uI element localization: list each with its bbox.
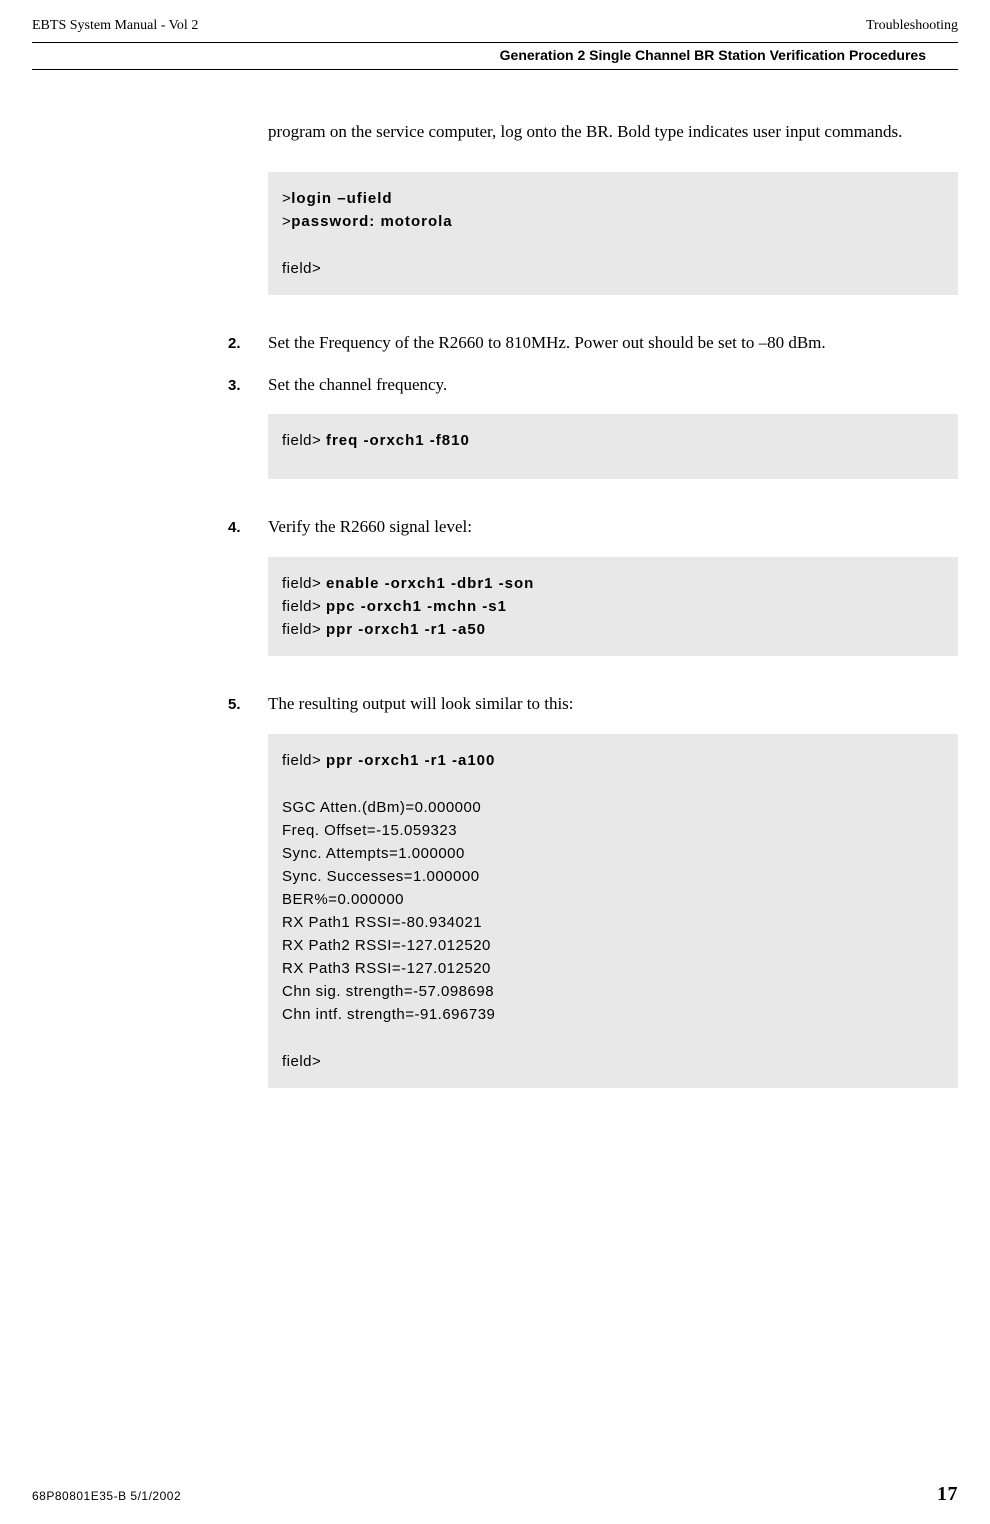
code-block-login: >login –ufield >password: motorola field…	[268, 172, 958, 295]
step-number: 4.	[228, 519, 268, 536]
cmd-login: login –ufield	[291, 190, 392, 207]
step-text: Set the channel frequency.	[268, 373, 447, 397]
code-block-verify: field> enable -orxch1 -dbr1 -son field> …	[268, 557, 958, 656]
footer-docid: 68P80801E35-B 5/1/2002	[32, 1489, 181, 1503]
out-freqoffset: Freq. Offset=-15.059323	[282, 822, 944, 839]
prompt-field: field>	[282, 598, 326, 615]
step-number: 3.	[228, 377, 268, 394]
cmd-freq: freq -orxch1 -f810	[326, 432, 470, 449]
step-4: 4. Verify the R2660 signal level:	[228, 515, 958, 539]
prompt-field: field>	[282, 260, 944, 277]
header-right: Troubleshooting	[866, 18, 958, 34]
out-rssi2: RX Path2 RSSI=-127.012520	[282, 937, 944, 954]
page-header: EBTS System Manual - Vol 2 Troubleshooti…	[0, 0, 990, 40]
page-subheader: Generation 2 Single Channel BR Station V…	[32, 42, 958, 70]
out-rssi1: RX Path1 RSSI=-80.934021	[282, 914, 944, 931]
out-chnsig: Chn sig. strength=-57.098698	[282, 983, 944, 1000]
prompt-field: field>	[282, 1053, 944, 1070]
header-left: EBTS System Manual - Vol 2	[32, 18, 198, 34]
cmd-ppc: ppc -orxch1 -mchn -s1	[326, 598, 507, 615]
page-footer: 68P80801E35-B 5/1/2002 17	[32, 1483, 958, 1506]
page-content: program on the service computer, log ont…	[0, 70, 990, 1088]
cmd-ppr100: ppr -orxch1 -r1 -a100	[326, 752, 495, 769]
prompt-field: field>	[282, 432, 326, 449]
step-5: 5. The resulting output will look simila…	[228, 692, 958, 716]
prompt: >	[282, 213, 291, 230]
out-ber: BER%=0.000000	[282, 891, 944, 908]
out-chnintf: Chn intf. strength=-91.696739	[282, 1006, 944, 1023]
step-2: 2. Set the Frequency of the R2660 to 810…	[228, 331, 958, 355]
prompt-field: field>	[282, 575, 326, 592]
step-number: 2.	[228, 335, 268, 352]
out-syncattempts: Sync. Attempts=1.000000	[282, 845, 944, 862]
code-block-output: field> ppr -orxch1 -r1 -a100 SGC Atten.(…	[268, 734, 958, 1088]
out-rssi3: RX Path3 RSSI=-127.012520	[282, 960, 944, 977]
cmd-ppr50: ppr -orxch1 -r1 -a50	[326, 621, 486, 638]
cmd-enable: enable -orxch1 -dbr1 -son	[326, 575, 534, 592]
cmd-password: password: motorola	[291, 213, 452, 230]
out-syncsuccess: Sync. Successes=1.000000	[282, 868, 944, 885]
prompt: >	[282, 190, 291, 207]
step-text: Verify the R2660 signal level:	[268, 515, 472, 539]
prompt-field: field>	[282, 621, 326, 638]
step-text: The resulting output will look similar t…	[268, 692, 574, 716]
step-number: 5.	[228, 696, 268, 713]
step-3: 3. Set the channel frequency.	[228, 373, 958, 397]
prompt-field: field>	[282, 752, 326, 769]
intro-paragraph: program on the service computer, log ont…	[268, 120, 958, 144]
out-sgc: SGC Atten.(dBm)=0.000000	[282, 799, 944, 816]
page-number: 17	[937, 1483, 958, 1506]
code-block-freq: field> freq -orxch1 -f810	[268, 414, 958, 479]
step-text: Set the Frequency of the R2660 to 810MHz…	[268, 331, 826, 355]
